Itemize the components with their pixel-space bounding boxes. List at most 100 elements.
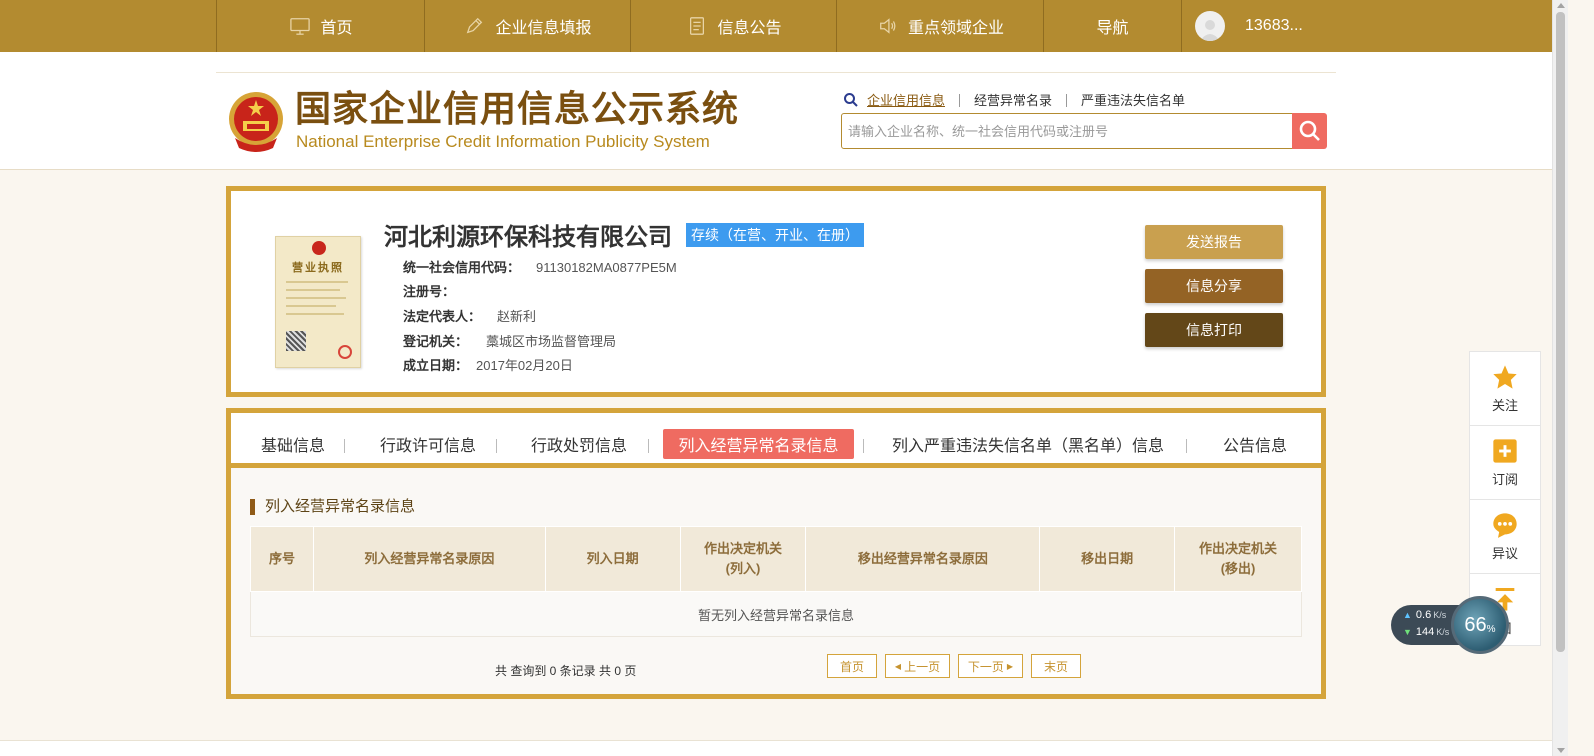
site-title: 国家企业信用信息公示系统 [295, 88, 740, 129]
download-unit: K/s [1436, 627, 1450, 637]
tab-separator [648, 439, 649, 453]
memory-percent: 66 [1464, 613, 1487, 636]
company-name: 河北利源环保科技有限公司 [384, 224, 672, 251]
col-list-date: 列入日期 [544, 526, 681, 592]
col-list-authority: 作出决定机关 (列入) [679, 526, 807, 592]
company-card: 营业执照 河北利源环保科技有限公司 存续（在营、开业、在册） 统一社会信用代码：… [226, 186, 1326, 397]
nav-key-enterprises[interactable]: 重点领域企业 [836, 0, 1043, 52]
col-remove-authority: 作出决定机关 (移出) [1174, 526, 1302, 592]
field-label: 注册号： [403, 284, 456, 299]
pager-last-button[interactable]: 末页 [1031, 654, 1081, 678]
nav-navigation-label: 导航 [1096, 20, 1129, 37]
print-info-button[interactable]: 信息打印 [1145, 313, 1283, 347]
site-subtitle: National Enterprise Credit Information P… [296, 132, 710, 151]
edit-icon [463, 15, 487, 37]
business-license-thumbnail[interactable]: 营业执照 [275, 236, 361, 368]
nav-user[interactable]: 13683... [1181, 0, 1341, 52]
user-phone: 13683... [1245, 17, 1303, 34]
stamp-icon [338, 345, 352, 359]
nav-home[interactable]: 首页 [216, 0, 424, 52]
tab-admin-license[interactable]: 行政许可信息 [371, 429, 485, 459]
search-type-tabs: 企业信用信息 经营异常名录 严重违法失信名单 [843, 92, 1199, 108]
header-divider [216, 72, 1336, 73]
tab-announcements[interactable]: 公告信息 [1213, 429, 1297, 459]
tab-blacklist[interactable]: 列入严重违法失信名单（黑名单）信息 [888, 429, 1168, 459]
caret-left-icon: ◀ [894, 661, 902, 671]
search-input[interactable] [841, 113, 1293, 149]
objection-label: 异议 [1491, 546, 1518, 561]
search-tab-blacklist[interactable]: 严重违法失信名单 [1067, 94, 1199, 107]
field-value: 91130182MA0877PE5M [536, 260, 677, 275]
plus-icon [1493, 439, 1517, 463]
tab-separator [1186, 439, 1187, 453]
pager-next-label: 下一页 [967, 659, 1004, 674]
license-text-line [286, 289, 340, 291]
scroll-up-icon[interactable] [1557, 3, 1565, 8]
tab-basic-info[interactable]: 基础信息 [251, 429, 335, 459]
license-title: 营业执照 [292, 262, 344, 274]
speaker-icon [876, 15, 900, 37]
vertical-scrollbar[interactable] [1552, 0, 1568, 756]
info-tabs: 基础信息 行政许可信息 行政处罚信息 列入经营异常名录信息 列入严重违法失信名单… [231, 413, 1321, 468]
nav-home-label: 首页 [320, 20, 353, 37]
abnormal-records-table: 序号 列入经营异常名录原因 列入日期 作出决定机关 (列入) 移出经营异常名录原… [250, 526, 1302, 637]
license-text-line [286, 305, 336, 307]
field-label: 法定代表人： [403, 309, 482, 324]
pager-first-button[interactable]: 首页 [827, 654, 877, 678]
status-badge: 存续（在营、开业、在册） [686, 223, 864, 247]
share-info-button[interactable]: 信息分享 [1145, 269, 1283, 303]
section-title: 列入经营异常名录信息 [250, 499, 415, 515]
field-value: 2017年02月20日 [476, 358, 573, 373]
upload-value: 0.6 [1415, 609, 1432, 621]
scrollbar-thumb[interactable] [1556, 12, 1565, 652]
follow-label: 关注 [1491, 398, 1518, 413]
col-remove-reason: 移出经营异常名录原因 [805, 526, 1041, 592]
nav-report-label: 企业信息填报 [495, 20, 592, 37]
page-bottom-edge [0, 740, 1552, 756]
objection-button[interactable]: 异议 [1470, 500, 1540, 574]
send-report-button[interactable]: 发送报告 [1145, 225, 1283, 259]
network-speed-widget[interactable]: ▲ 0.6 K/s ▼ 144 K/s 66% [1391, 596, 1509, 654]
top-nav: 首页 企业信息填报 信息公告 重点领域企业 导航 13683... [0, 0, 1552, 52]
upload-speed: ▲ 0.6 K/s [1403, 609, 1446, 621]
document-icon [685, 15, 709, 37]
col-list-reason: 列入经营异常名录原因 [312, 526, 546, 592]
download-arrow-icon: ▼ [1403, 627, 1412, 637]
nav-notice[interactable]: 信息公告 [630, 0, 836, 52]
tab-abnormal-list[interactable]: 列入经营异常名录信息 [663, 429, 854, 459]
follow-button[interactable]: 关注 [1470, 352, 1540, 426]
subscribe-button[interactable]: 订阅 [1470, 426, 1540, 500]
search-icon [844, 93, 858, 107]
upload-unit: K/s [1433, 610, 1447, 620]
tab-separator [344, 439, 345, 453]
nav-key-enterprises-label: 重点领域企业 [907, 20, 1004, 37]
qr-code-icon [286, 331, 306, 351]
license-text-line [286, 281, 348, 283]
scroll-down-icon[interactable] [1557, 748, 1565, 753]
search-icon [1299, 120, 1320, 141]
field-label: 统一社会信用代码： [403, 260, 521, 275]
tab-admin-penalty[interactable]: 行政处罚信息 [522, 429, 636, 459]
pager-prev-button[interactable]: ◀ 上一页 [885, 654, 950, 678]
search-tab-credit[interactable]: 企业信用信息 [859, 93, 961, 107]
pager-next-button[interactable]: 下一页 ▶ [958, 654, 1023, 678]
search-button[interactable] [1292, 113, 1327, 149]
field-registration-no: 注册号： [403, 283, 455, 301]
nav-navigation[interactable]: 导航 [1043, 0, 1181, 52]
tab-separator [863, 439, 864, 453]
subscribe-label: 订阅 [1491, 472, 1518, 487]
field-legal-rep: 法定代表人： 赵新利 [403, 308, 536, 326]
download-speed: ▼ 144 K/s [1403, 626, 1449, 638]
license-text-line [286, 297, 346, 299]
field-credit-code: 统一社会信用代码： 91130182MA0877PE5M [403, 259, 677, 277]
monitor-icon [288, 15, 312, 37]
field-value: 藁城区市场监督管理局 [486, 334, 617, 349]
nav-report[interactable]: 企业信息填报 [424, 0, 630, 52]
site-header: 国家企业信用信息公示系统 National Enterprise Credit … [0, 52, 1552, 170]
nav-notice-label: 信息公告 [717, 20, 782, 37]
chat-icon [1493, 513, 1517, 538]
table-header-row: 序号 列入经营异常名录原因 列入日期 作出决定机关 (列入) 移出经营异常名录原… [250, 526, 1302, 592]
search-tab-abnormal[interactable]: 经营异常名录 [960, 93, 1068, 107]
field-value: 赵新利 [497, 309, 537, 324]
download-value: 144 [1415, 626, 1435, 638]
